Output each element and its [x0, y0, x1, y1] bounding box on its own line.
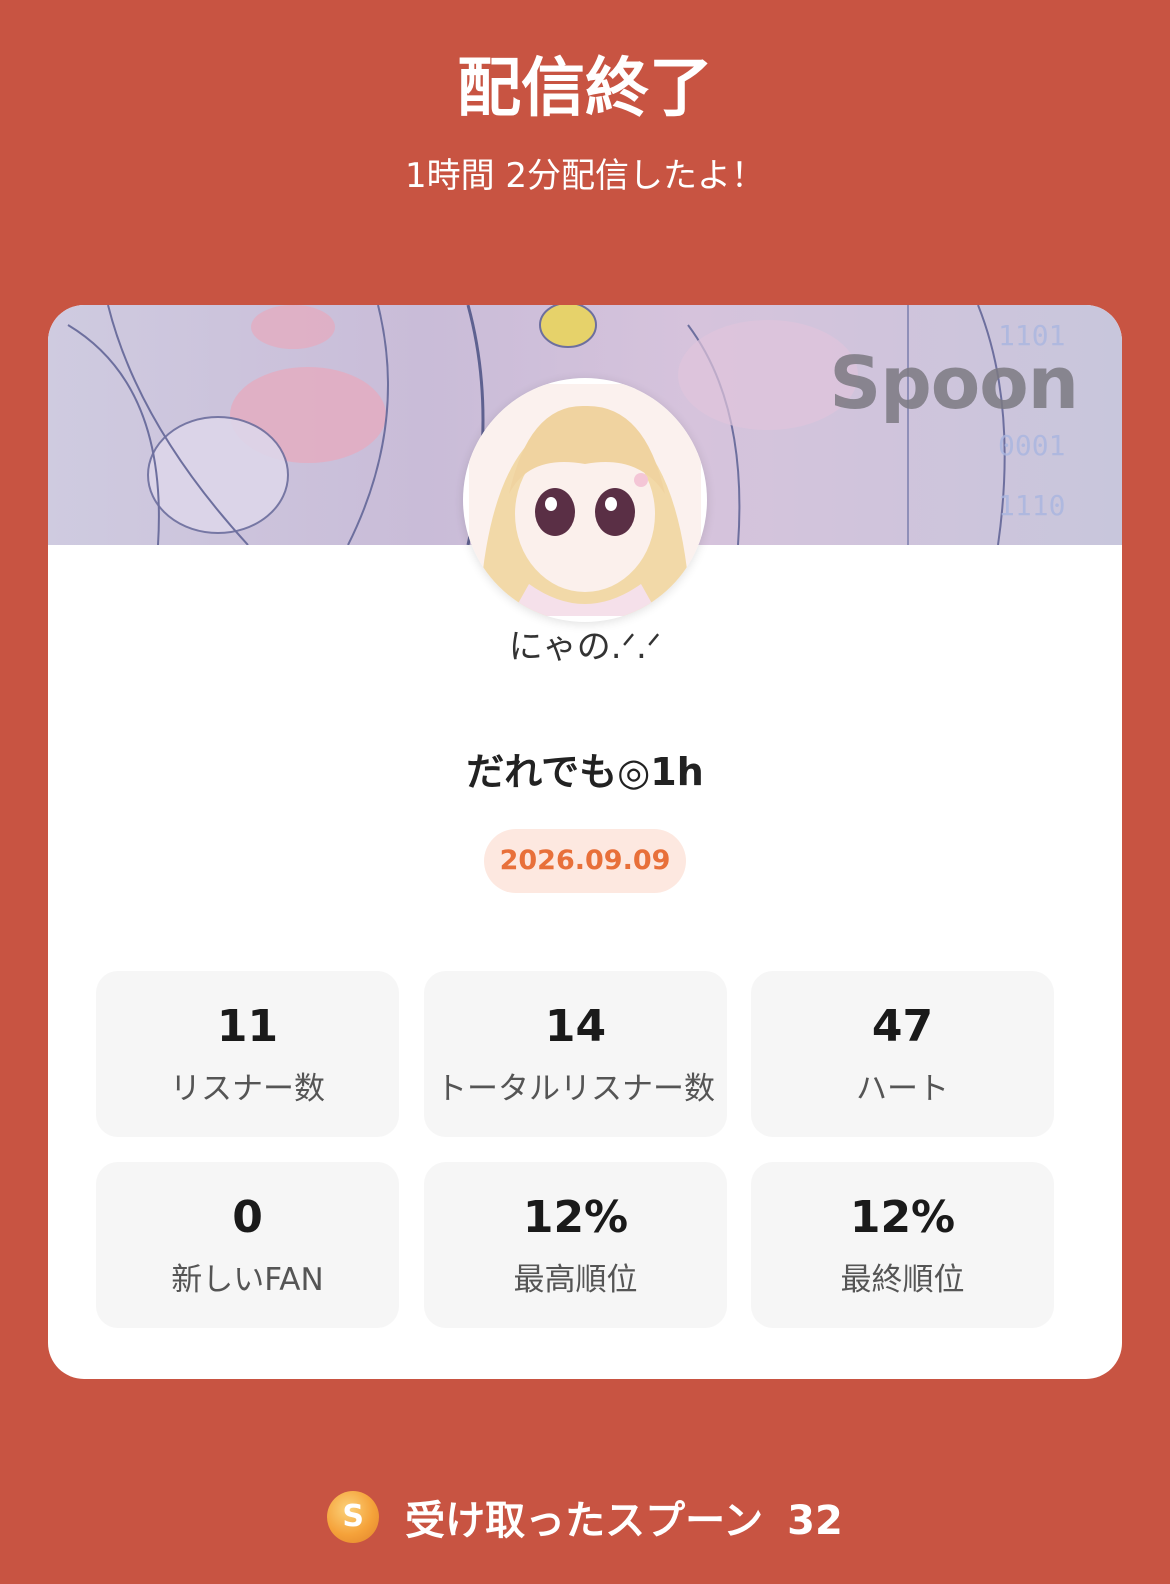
avatar[interactable]: [463, 378, 707, 622]
stat-highest-rank: 12% 最高順位: [424, 1162, 727, 1328]
live-title: だれでも◎1h: [466, 750, 704, 794]
stat-total-listeners: 14 トータルリスナー数: [424, 971, 727, 1137]
stat-label: 新しいFAN: [171, 1262, 324, 1298]
spoon-coin-letter: S: [342, 1498, 364, 1534]
stat-value: 47: [871, 1001, 934, 1052]
page-title: 配信終了: [457, 52, 713, 126]
streamer-name: にゃの.ᐟ.ᐟ: [508, 627, 662, 667]
stat-label: 最高順位: [513, 1262, 638, 1298]
stat-hearts: 47 ハート: [751, 971, 1054, 1137]
stat-value: 14: [544, 1001, 607, 1052]
broadcast-duration: 1時間 2分配信したよ！: [404, 156, 766, 196]
stat-final-rank: 12% 最終順位: [751, 1162, 1054, 1328]
stat-value: 11: [216, 1001, 279, 1052]
spoons-received-label: 受け取ったスプーン: [405, 1497, 764, 1544]
stat-value: 12%: [522, 1192, 629, 1243]
stat-listeners: 11 リスナー数: [96, 971, 399, 1137]
stat-value: 12%: [849, 1192, 956, 1243]
spoons-received: S 受け取ったスプーン 32: [0, 1488, 1170, 1552]
spoons-received-count: 32: [787, 1497, 843, 1544]
avatar-image: [469, 384, 701, 616]
svg-text:1110: 1110: [998, 489, 1065, 522]
stat-label: トータルリスナー数: [436, 1071, 715, 1107]
stat-value: 0: [232, 1192, 263, 1243]
spoon-coin-icon: S: [327, 1490, 380, 1543]
spoon-logo: Spoon: [829, 341, 1079, 425]
stat-new-fans: 0 新しいFAN: [96, 1162, 399, 1328]
stat-label: リスナー数: [170, 1071, 325, 1107]
svg-text:0001: 0001: [998, 429, 1065, 462]
broadcast-summary-card: 0001 1110 1101 Spoon にゃの.ᐟ.ᐟ だれでも◎1h 202…: [48, 305, 1122, 1379]
stat-label: 最終順位: [840, 1262, 965, 1298]
broadcast-date-badge: 2026.09.09: [484, 829, 686, 893]
stat-label: ハート: [856, 1071, 949, 1107]
